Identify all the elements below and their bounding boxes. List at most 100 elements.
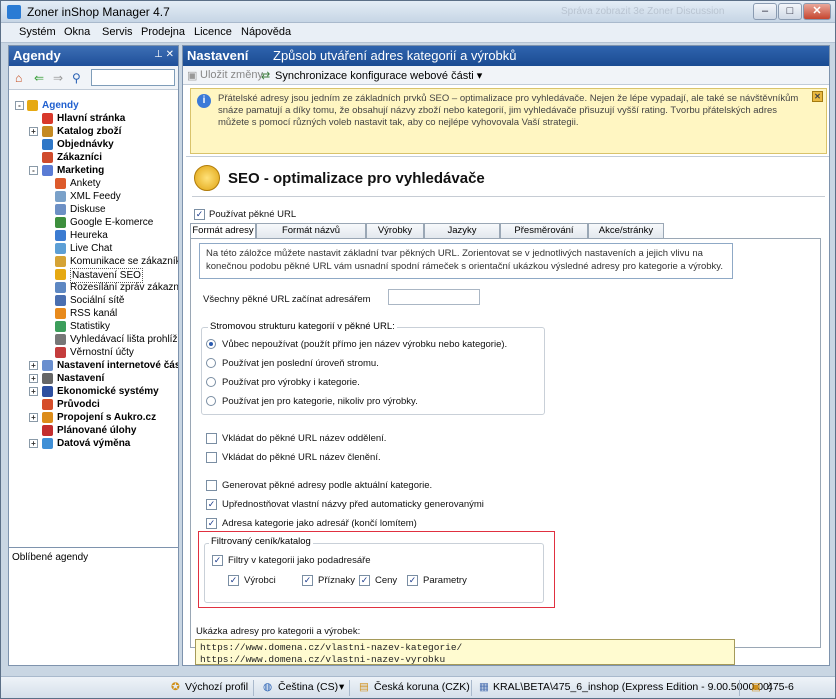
tab-format-adresy[interactable]: Formát adresy <box>190 223 256 239</box>
search-icon[interactable]: ⚲ <box>72 71 81 85</box>
tree-item[interactable]: + Katalog zboží <box>15 125 175 138</box>
menu-prodejna[interactable]: Prodejna <box>141 26 185 38</box>
current-category-checkbox[interactable] <box>206 480 217 491</box>
tree-option-radio-2[interactable] <box>206 358 216 368</box>
language-dropdown-icon[interactable]: ▾ <box>339 681 344 693</box>
tree-item[interactable]: Heureka <box>15 229 175 242</box>
tree-item-icon <box>42 152 53 163</box>
profile-icon: ✪ <box>171 681 180 693</box>
status-divider <box>739 680 740 696</box>
agendy-search-input[interactable] <box>91 69 175 86</box>
tree-expander-icon[interactable]: - <box>29 166 38 175</box>
division-checkbox[interactable] <box>206 452 217 463</box>
tree-item[interactable]: Hlavní stránka <box>15 112 175 125</box>
filters-subdir-label: Filtry v kategorii jako podadresáře <box>228 555 371 566</box>
back-arrow-icon[interactable]: ⇐ <box>34 71 44 85</box>
tree-item[interactable]: + Datová výměna <box>15 437 175 450</box>
department-checkbox[interactable] <box>206 433 217 444</box>
tree-expander-icon[interactable]: + <box>29 387 38 396</box>
status-currency[interactable]: Česká koruna (CZK) <box>374 681 470 693</box>
prefer-custom-names-checkbox[interactable]: ✓ <box>206 499 217 510</box>
category-as-directory-checkbox[interactable]: ✓ <box>206 518 217 529</box>
division-label: Vkládat do pěkné URL název členění. <box>222 452 381 463</box>
menu-licence[interactable]: Licence <box>194 26 232 38</box>
tree-option-radio-4[interactable] <box>206 396 216 406</box>
tree-item-label: Plánované úlohy <box>57 425 137 436</box>
tree-item[interactable]: Statistiky <box>15 320 175 333</box>
tree-item[interactable]: Zákazníci <box>15 151 175 164</box>
status-language[interactable]: Čeština (CS) <box>278 681 338 693</box>
tree-item[interactable]: Diskuse <box>15 203 175 216</box>
tree-item-icon <box>55 256 66 267</box>
status-profile[interactable]: Výchozí profil <box>185 681 248 693</box>
save-button[interactable]: Uložit změny <box>200 69 263 81</box>
favorites-panel[interactable]: Oblíbené agendy <box>9 547 178 567</box>
tree-item[interactable]: Věrnostní účty <box>15 346 175 359</box>
filter-prices-checkbox[interactable]: ✓ <box>359 575 370 586</box>
tree-item[interactable]: + Propojení s Aukro.cz <box>15 411 175 424</box>
tree-expander-icon[interactable]: + <box>29 127 38 136</box>
panel-pin-icon[interactable]: ⊥ ✕ <box>154 49 174 60</box>
tree-item-icon <box>42 139 53 150</box>
sample-title: Ukázka adresy pro kategorii a výrobek: <box>196 626 361 637</box>
tree-option-radio-3[interactable] <box>206 377 216 387</box>
tree-item[interactable]: Rozesílání zpráv zákazníkům <box>15 281 178 294</box>
tab-presmerovani[interactable]: Přesměrování <box>500 223 588 238</box>
menu-okna[interactable]: Okna <box>64 26 90 38</box>
app-icon <box>7 5 21 19</box>
filter-flags-checkbox[interactable]: ✓ <box>302 575 313 586</box>
close-info-icon[interactable]: ✕ <box>812 91 823 102</box>
tree-item-label: Heureka <box>70 230 108 241</box>
tree-item-label: Vyhledávací lišta prohlížeče <box>70 334 178 345</box>
tree-item[interactable]: + Nastavení internetové části <box>15 359 178 372</box>
home-icon[interactable]: ⌂ <box>15 71 22 85</box>
tree-expander-icon[interactable]: + <box>29 439 38 448</box>
tree-item[interactable]: Nastavení SEO <box>15 268 175 283</box>
sync-button[interactable]: Synchronizace konfigurace webové části ▾ <box>275 69 482 82</box>
tree-expander-icon[interactable]: - <box>15 101 24 110</box>
tree-item[interactable]: + Nastavení <box>15 372 175 385</box>
minimize-button[interactable]: – <box>753 3 777 20</box>
menu-napoveda[interactable]: Nápověda <box>241 26 291 38</box>
menu-servis[interactable]: Servis <box>102 26 133 38</box>
tree-item[interactable]: Vyhledávací lišta prohlížeče <box>15 333 178 346</box>
tree-item-label: Statistiky <box>70 321 111 332</box>
close-button[interactable]: ✕ <box>803 3 831 20</box>
tree-option-label-1: Vůbec nepoužívat (použít přímo jen název… <box>222 339 508 350</box>
maximize-button[interactable]: □ <box>778 3 802 20</box>
filter-manufacturers-label: Výrobci <box>244 575 276 586</box>
tree-option-radio-1[interactable] <box>206 339 216 349</box>
tree-item[interactable]: Live Chat <box>15 242 175 255</box>
tree-item[interactable]: Průvodci <box>15 398 175 411</box>
use-pretty-url-checkbox[interactable]: ✓ <box>194 209 205 220</box>
filter-group <box>204 543 544 603</box>
tree-item[interactable]: + Ekonomické systémy <box>15 385 175 398</box>
tree-expander-icon[interactable]: + <box>29 413 38 422</box>
tree-item[interactable]: Komunikace se zákazníkem <box>15 255 178 268</box>
tab-format-nazvu[interactable]: Formát názvů <box>256 223 366 238</box>
tree-item[interactable]: - Agendy <box>15 99 175 112</box>
filter-parameters-checkbox[interactable]: ✓ <box>407 575 418 586</box>
tree-item-label: Diskuse <box>70 204 106 215</box>
tab-jazyky[interactable]: Jazyky <box>424 223 500 238</box>
prefix-input[interactable] <box>388 289 480 305</box>
tree-item[interactable]: XML Feedy <box>15 190 175 203</box>
seo-icon <box>194 165 220 191</box>
tree-item[interactable]: RSS kanál <box>15 307 175 320</box>
tree-item[interactable]: Sociální sítě <box>15 294 175 307</box>
tree-expander-icon[interactable]: + <box>29 361 38 370</box>
forward-arrow-icon[interactable]: ⇒ <box>53 71 63 85</box>
filter-manufacturers-checkbox[interactable]: ✓ <box>228 575 239 586</box>
info-text: Přátelské adresy jsou jedním ze základní… <box>218 93 799 128</box>
filters-subdir-checkbox[interactable]: ✓ <box>212 555 223 566</box>
tab-vyrobky[interactable]: Výrobky <box>366 223 424 238</box>
tree-item-label: Live Chat <box>70 243 113 254</box>
tab-akce-stranky[interactable]: Akce/stránky <box>588 223 664 238</box>
tree-expander-icon[interactable]: + <box>29 374 38 383</box>
menu-system[interactable]: Systém <box>19 26 56 38</box>
tree-item[interactable]: Ankety <box>15 177 175 190</box>
tree-item[interactable]: - Marketing <box>15 164 175 177</box>
tree-item[interactable]: Plánované úlohy <box>15 424 175 437</box>
tree-item[interactable]: Google E-komerce <box>15 216 175 229</box>
tree-item[interactable]: Objednávky <box>15 138 175 151</box>
